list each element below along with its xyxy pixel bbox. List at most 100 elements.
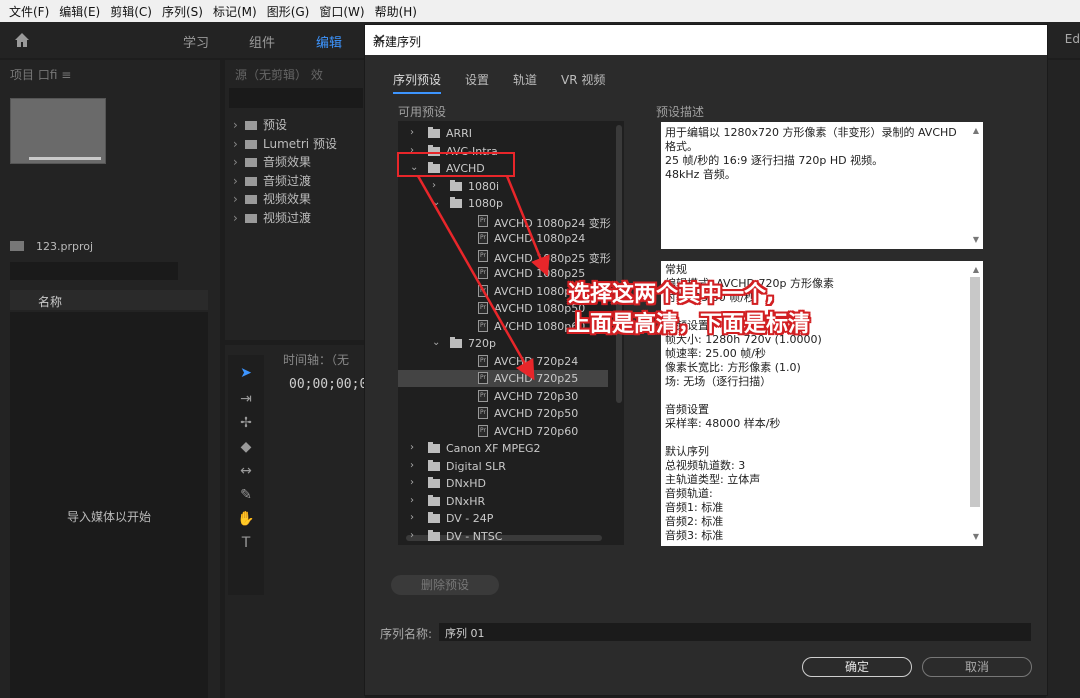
preset-item-row[interactable]: Pr AVCHD 720p50	[398, 405, 608, 422]
details-line	[665, 389, 979, 403]
project-media-list[interactable]: 导入媒体以开始	[10, 312, 208, 698]
preset-item-row[interactable]: Pr AVCHD 720p30	[398, 388, 608, 405]
effects-folder-label: 视频过渡	[263, 210, 312, 225]
effects-folder-item[interactable]: › 音频过渡	[233, 172, 311, 189]
chevron-right-icon[interactable]: ›	[410, 460, 414, 471]
scroll-down-icon[interactable]: ▼	[971, 233, 981, 247]
slip-tool-icon[interactable]: ↔	[236, 463, 256, 479]
details-line: 采样率: 48000 样本/秒	[665, 417, 781, 430]
tab-vr-video[interactable]: VR 视频	[561, 71, 605, 94]
close-icon[interactable]: ✕	[373, 30, 1037, 49]
project-thumbnail[interactable]	[10, 98, 106, 164]
chevron-down-icon[interactable]: ⌄	[432, 337, 440, 348]
preset-item-row[interactable]: Pr AVCHD 1080p24 变形	[398, 213, 611, 230]
tab-settings[interactable]: 设置	[465, 71, 489, 94]
cancel-button[interactable]: 取消	[922, 657, 1032, 677]
chevron-right-icon[interactable]: ›	[432, 180, 436, 191]
hand-tool-icon[interactable]: ✋	[236, 511, 256, 527]
details-line: 常规	[665, 263, 687, 276]
chevron-right-icon[interactable]: ›	[233, 192, 245, 206]
preset-file-icon: Pr	[478, 372, 488, 384]
details-line: 音频3: 标准	[665, 529, 724, 542]
selection-tool-icon[interactable]: ➤	[236, 365, 256, 381]
preset-item-row[interactable]: Pr AVCHD 720p24	[398, 353, 608, 370]
preset-file-icon: Pr	[478, 302, 488, 314]
preset-item-row[interactable]: Pr AVCHD 1080p25 变形	[398, 248, 611, 265]
chevron-right-icon[interactable]: ›	[233, 137, 245, 151]
scroll-down-icon[interactable]: ▼	[971, 530, 981, 544]
details-line: 音频1: 标准	[665, 501, 724, 514]
ok-button[interactable]: 确定	[802, 657, 912, 677]
preset-item-row[interactable]: Pr AVCHD 720p60	[398, 423, 608, 440]
menu-item[interactable]: 图形(G)	[262, 3, 315, 20]
tab-tracks[interactable]: 轨道	[513, 71, 537, 94]
preset-folder-row[interactable]: › DV - NTSC	[398, 528, 608, 545]
effects-search-input[interactable]	[229, 88, 363, 108]
scroll-up-icon[interactable]: ▲	[971, 124, 981, 138]
project-panel-header[interactable]: 项目 口fi ≡	[10, 66, 71, 83]
menu-item[interactable]: 标记(M)	[208, 3, 262, 20]
delete-preset-button[interactable]: 删除预设	[391, 575, 499, 595]
preset-folder-row[interactable]: › 1080i	[398, 178, 608, 195]
chevron-right-icon[interactable]: ›	[410, 127, 414, 138]
workspace-tab-learn[interactable]: 学习	[183, 32, 209, 51]
preset-tree-vertical-scrollbar[interactable]	[616, 125, 622, 403]
menu-item[interactable]: 编辑(E)	[54, 3, 105, 20]
chevron-right-icon[interactable]: ›	[233, 174, 245, 188]
timeline-header[interactable]: 时间轴：（无	[283, 351, 349, 368]
chevron-right-icon[interactable]: ›	[410, 477, 414, 488]
home-icon[interactable]	[12, 30, 32, 50]
tab-sequence-presets[interactable]: 序列预设	[393, 71, 442, 94]
workspace-tab-editing[interactable]: 编辑	[316, 32, 342, 51]
folder-icon	[428, 477, 440, 488]
chevron-right-icon[interactable]: ›	[410, 530, 414, 541]
effects-folder-item[interactable]: › 音频效果	[233, 153, 311, 170]
menu-item[interactable]: 窗口(W)	[314, 3, 369, 20]
preset-folder-row[interactable]: › Digital SLR	[398, 458, 608, 475]
chevron-right-icon[interactable]: ›	[233, 118, 245, 132]
ripple-edit-tool-icon[interactable]: ✢	[236, 415, 256, 431]
menu-item[interactable]: 剪辑(C)	[105, 3, 157, 20]
chevron-down-icon[interactable]: ⌄	[432, 197, 440, 208]
menu-item[interactable]: 文件(F)	[4, 3, 54, 20]
effects-folder-item[interactable]: › Lumetri 预设	[233, 135, 337, 152]
preset-folder-row[interactable]: › DNxHD	[398, 475, 608, 492]
effects-folder-item[interactable]: › 预设	[233, 116, 287, 133]
preset-file-icon: Pr	[478, 214, 488, 227]
details-line: 音频轨道:	[665, 487, 713, 500]
folder-icon	[450, 337, 462, 348]
scroll-up-icon[interactable]: ▲	[971, 263, 981, 277]
effects-folder-item[interactable]: › 视频效果	[233, 190, 311, 207]
sequence-name-input[interactable]: 序列 01	[439, 623, 1031, 641]
effects-folder-label: 音频过渡	[263, 173, 312, 188]
chevron-right-icon[interactable]: ›	[410, 512, 414, 523]
effects-folder-item[interactable]: › 视频过渡	[233, 209, 311, 226]
preset-folder-row[interactable]: › Canon XF MPEG2	[398, 440, 608, 457]
menu-item[interactable]: 序列(S)	[157, 3, 208, 20]
preset-folder-row[interactable]: ⌄ 1080p	[398, 195, 608, 212]
timeline-timecode[interactable]: 00;00;00;00	[289, 377, 375, 392]
chevron-right-icon[interactable]: ›	[233, 155, 245, 169]
preset-item-row[interactable]: Pr AVCHD 720p25	[398, 370, 608, 387]
folder-icon	[428, 442, 440, 453]
pen-tool-icon[interactable]: ✎	[236, 487, 256, 503]
preset-item-row[interactable]: Pr AVCHD 1080p24	[398, 230, 608, 247]
chevron-right-icon[interactable]: ›	[410, 442, 414, 453]
preset-label: DV - NTSC	[446, 529, 503, 543]
razor-tool-icon[interactable]: ◆	[236, 439, 256, 455]
preset-folder-row[interactable]: › ARRI	[398, 125, 608, 142]
project-search-input[interactable]	[10, 262, 178, 280]
menu-item[interactable]: 帮助(H)	[370, 3, 422, 20]
preset-folder-row[interactable]: › DNxHR	[398, 493, 608, 510]
sequence-name-label: 序列名称:	[380, 627, 433, 641]
details-scrollbar-thumb[interactable]	[970, 277, 980, 507]
effects-panel-header[interactable]: 源（无剪辑） 效	[235, 66, 323, 83]
preset-folder-row[interactable]: › DV - 24P	[398, 510, 608, 527]
track-select-tool-icon[interactable]: ⇥	[236, 391, 256, 407]
workspace-tab-assembly[interactable]: 组件	[249, 32, 275, 51]
workspace-more-label[interactable]: Ed	[1065, 32, 1080, 46]
chevron-right-icon[interactable]: ›	[410, 495, 414, 506]
chevron-right-icon[interactable]: ›	[233, 211, 245, 225]
project-column-header[interactable]: 名称	[10, 290, 208, 310]
type-tool-icon[interactable]: T	[236, 535, 256, 551]
